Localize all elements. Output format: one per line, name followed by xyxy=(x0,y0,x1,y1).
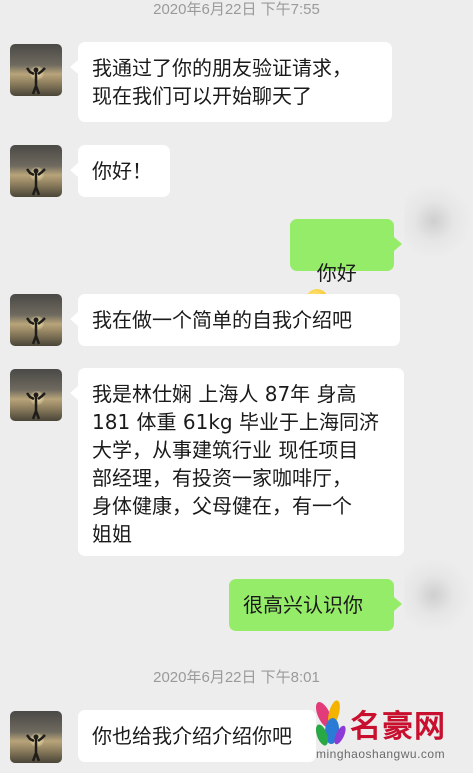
person-silhouette-icon xyxy=(26,317,46,345)
incoming-message[interactable]: 你好！ xyxy=(70,145,170,197)
contact-avatar[interactable] xyxy=(10,44,62,96)
person-silhouette-icon xyxy=(26,168,46,196)
contact-avatar[interactable] xyxy=(10,294,62,346)
self-avatar-blurred[interactable] xyxy=(404,186,470,256)
site-watermark: 名豪网 minghaoshangwu.com xyxy=(310,695,473,773)
watermark-title: 名豪网 xyxy=(350,709,446,745)
incoming-message[interactable]: 我通过了你的朋友验证请求， 现在我们可以开始聊天了 xyxy=(70,42,392,122)
contact-avatar[interactable] xyxy=(10,711,62,763)
message-text: 你好 xyxy=(316,261,357,285)
person-silhouette-icon xyxy=(26,734,46,762)
chat-timestamp: 2020年6月22日 下午8:01 xyxy=(153,669,320,686)
incoming-message[interactable]: 我是林仕娴 上海人 87年 身高 181 体重 61kg 毕业于上海同济 大学，… xyxy=(70,368,404,556)
incoming-message[interactable]: 你也给我介绍介绍你吧 xyxy=(78,710,316,762)
contact-avatar[interactable] xyxy=(10,369,62,421)
chat-timestamp: 2020年6月22日 下午7:55 xyxy=(153,1,320,18)
self-avatar-blurred[interactable] xyxy=(404,560,470,630)
outgoing-message[interactable]: 很高兴认识你 xyxy=(229,579,402,631)
contact-avatar[interactable] xyxy=(10,145,62,197)
person-silhouette-icon xyxy=(26,67,46,95)
outgoing-message[interactable]: 你好 xyxy=(290,219,402,311)
incoming-message[interactable]: 我在做一个简单的自我介绍吧 xyxy=(70,294,400,346)
person-silhouette-icon xyxy=(26,392,46,420)
watermark-url: minghaoshangwu.com xyxy=(316,747,446,761)
